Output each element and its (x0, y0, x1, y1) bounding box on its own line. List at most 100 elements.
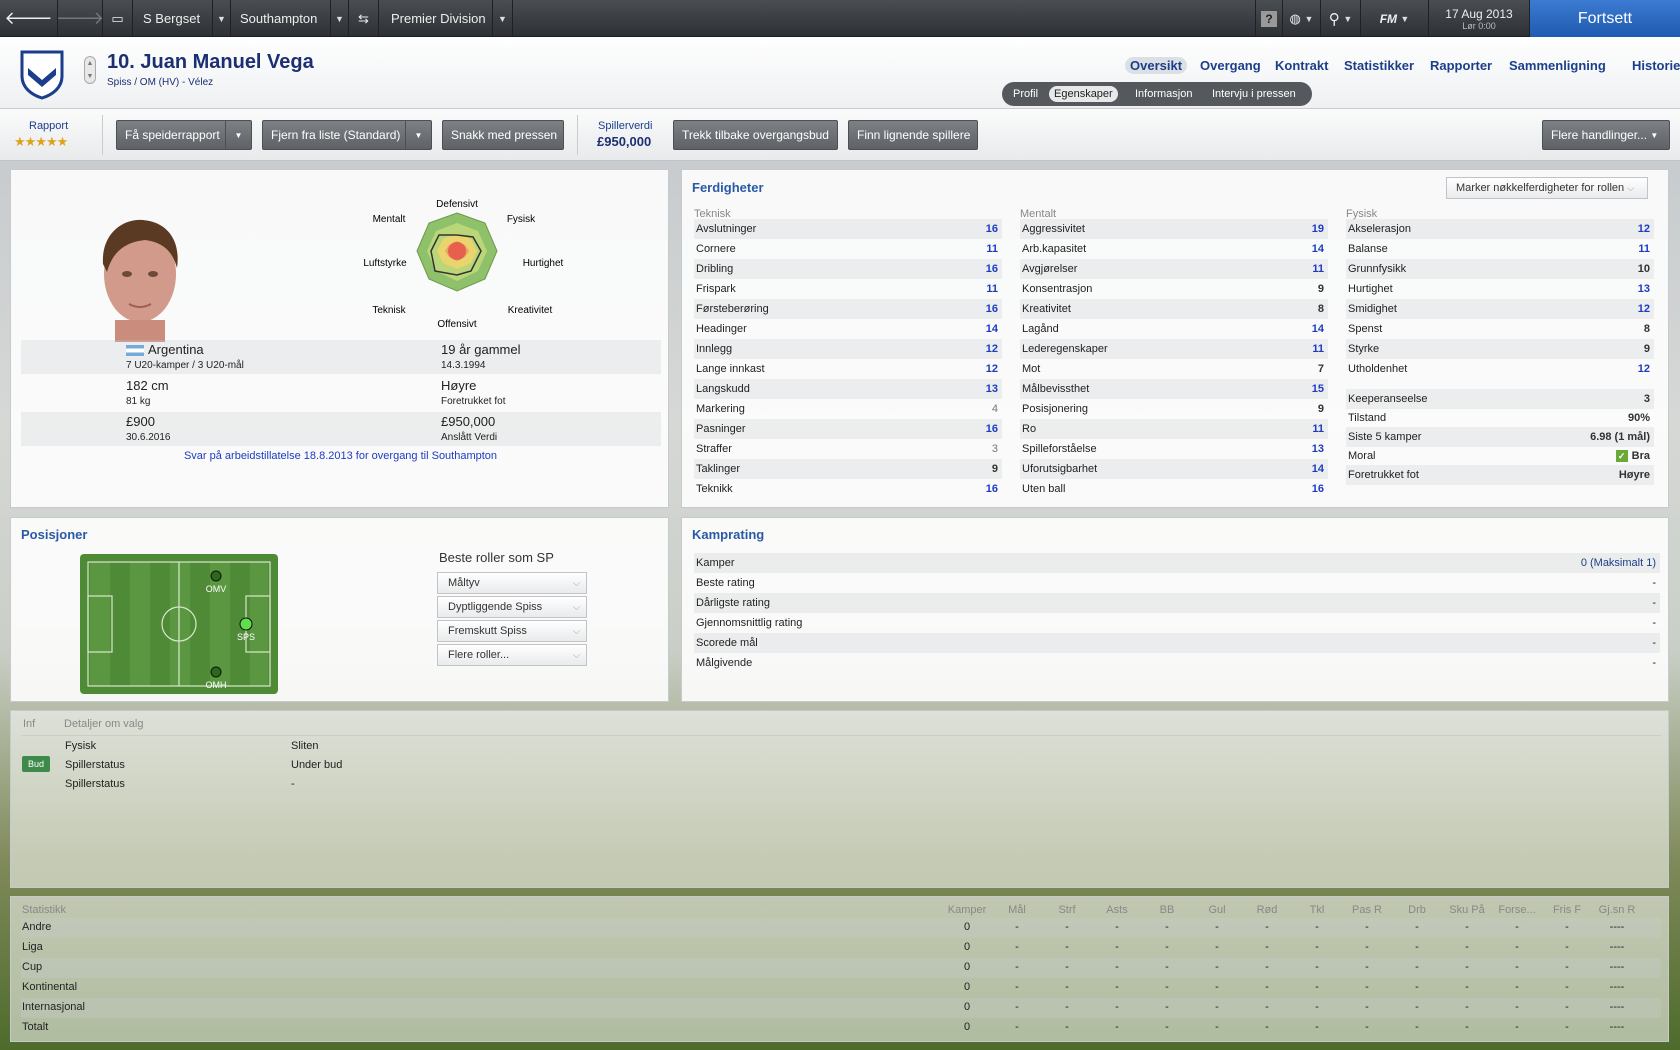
attribute-row[interactable]: Konsentrasjon 9 (1020, 279, 1328, 299)
attribute-row[interactable]: Uforutsigbarhet 14 (1020, 459, 1328, 479)
attribute-row[interactable]: Grunnfysikk 10 (1346, 259, 1654, 279)
tab-statistikker[interactable]: Statistikker (1344, 58, 1414, 73)
attribute-row[interactable]: Avslutninger 16 (694, 219, 1002, 239)
date-menu[interactable]: 17 Aug 2013 Lør 0:00 (1429, 0, 1530, 37)
attribute-row[interactable]: Innlegg 12 (694, 339, 1002, 359)
attribute-row[interactable]: Posisjonering 9 (1020, 399, 1328, 419)
tab-sammenligning[interactable]: Sammenligning (1509, 58, 1606, 73)
forward-button[interactable]: 🡒 (56, 0, 104, 37)
attribute-row[interactable]: Cornere 11 (694, 239, 1002, 259)
withdraw-bid-button[interactable]: Trekk tilbake overgangsbud (673, 120, 838, 150)
stats-column-header[interactable]: Kamper (945, 904, 989, 916)
attribute-row[interactable]: Lederegenskaper 11 (1020, 339, 1328, 359)
attribute-row[interactable]: Målbevissthet 15 (1020, 379, 1328, 399)
tab-historie[interactable]: Historie (1632, 58, 1680, 73)
help-button[interactable]: ? (1255, 0, 1283, 37)
attribute-row[interactable]: Pasninger 16 (694, 419, 1002, 439)
world-button[interactable]: ◍ ▼ (1283, 0, 1321, 37)
stats-column-header[interactable]: BB (1145, 904, 1189, 916)
attribute-name: Aggressivitet (1022, 223, 1085, 235)
attribute-name: Arb.kapasitet (1022, 243, 1087, 255)
club-menu[interactable]: Southampton (231, 0, 331, 37)
role-select-maltyv[interactable]: Måltyv ⌵ (437, 572, 587, 594)
club-dropdown[interactable]: ▼ (331, 0, 349, 37)
tab-oversikt[interactable]: Oversikt (1125, 57, 1188, 74)
player-scroll-arrows[interactable]: ▲ ▼ (84, 56, 96, 84)
attribute-row[interactable]: Mot 7 (1020, 359, 1328, 379)
attribute-row[interactable]: Aggressivitet 19 (1020, 219, 1328, 239)
tab-kontrakt[interactable]: Kontrakt (1275, 58, 1328, 73)
league-dropdown[interactable]: ▼ (493, 0, 513, 37)
stats-column-header[interactable]: Tkl (1295, 904, 1339, 916)
subtab-informasjon[interactable]: Informasjon (1135, 86, 1192, 102)
manager-dropdown[interactable]: ▼ (213, 0, 231, 37)
attribute-row[interactable]: Arb.kapasitet 14 (1020, 239, 1328, 259)
attribute-row[interactable]: Markering 4 (694, 399, 1002, 419)
stats-column-header[interactable]: Asts (1095, 904, 1139, 916)
attribute-row[interactable]: Headinger 14 (694, 319, 1002, 339)
attribute-row[interactable]: Spilleforståelse 13 (1020, 439, 1328, 459)
attribute-row[interactable]: Lagånd 14 (1020, 319, 1328, 339)
attribute-row[interactable]: Styrke 9 (1346, 339, 1654, 359)
search-button[interactable]: ⚲ ▼ (1321, 0, 1361, 37)
stats-column-header[interactable]: Sku På (1445, 904, 1489, 916)
attribute-row[interactable]: Uten ball 16 (1020, 479, 1328, 499)
tab-rapporter[interactable]: Rapporter (1430, 58, 1492, 73)
chevron-down-icon[interactable]: ▼ (85, 70, 95, 83)
stats-column-header[interactable]: Gul (1195, 904, 1239, 916)
stats-column-header[interactable]: Drb (1395, 904, 1439, 916)
stats-column-header[interactable]: Mål (995, 904, 1039, 916)
attribute-row[interactable]: Teknikk 16 (694, 479, 1002, 499)
stats-column-header[interactable]: Rød (1245, 904, 1289, 916)
attribute-row[interactable]: Avgjørelser 11 (1020, 259, 1328, 279)
manager-menu[interactable]: S Bergset (133, 0, 213, 37)
home-button[interactable]: ▭ (103, 0, 133, 37)
stats-column-header[interactable]: Pas R (1345, 904, 1389, 916)
tab-overgang[interactable]: Overgang (1200, 58, 1261, 73)
continue-button[interactable]: Fortsett (1530, 0, 1680, 37)
mark-key-attributes-button[interactable]: Marker nøkkelferdigheter for rollen ⌵ (1446, 177, 1648, 199)
attribute-row[interactable]: Dribling 16 (694, 259, 1002, 279)
attribute-row[interactable]: Lange innkast 12 (694, 359, 1002, 379)
attribute-row[interactable]: Frispark 11 (694, 279, 1002, 299)
stats-column-header[interactable]: Forse... (1495, 904, 1539, 916)
subtab-egenskaper[interactable]: Egenskaper (1049, 86, 1118, 102)
attribute-row[interactable]: Balanse 11 (1346, 239, 1654, 259)
stats-column-header[interactable]: Strf (1045, 904, 1089, 916)
league-menu[interactable]: Premier Division (379, 0, 493, 37)
subtab-profil[interactable]: Profil (1013, 86, 1038, 102)
chevron-down-icon[interactable]: ▼ (225, 121, 251, 149)
attribute-row[interactable]: Ro 11 (1020, 419, 1328, 439)
work-permit-link[interactable]: Svar på arbeidstillatelse 18.8.2013 for … (11, 450, 670, 462)
chevron-up-icon[interactable]: ▲ (85, 57, 95, 70)
subtab-intervju[interactable]: Intervju i pressen (1212, 86, 1296, 102)
fm-menu[interactable]: FM ▼ (1361, 0, 1429, 37)
attribute-row[interactable]: Smidighet 12 (1346, 299, 1654, 319)
attribute-row[interactable]: Hurtighet 13 (1346, 279, 1654, 299)
stats-column-header[interactable]: Gj.sn R (1595, 904, 1639, 916)
find-similar-button[interactable]: Finn lignende spillere (848, 120, 978, 150)
role-select-more[interactable]: Flere roller... ⌵ (437, 644, 587, 666)
attribute-row[interactable]: Langskudd 13 (694, 379, 1002, 399)
attribute-value: 12 (1637, 363, 1650, 375)
attribute-value: 14 (1311, 243, 1324, 255)
role-select-dyptliggende[interactable]: Dyptliggende Spiss ⌵ (437, 596, 587, 618)
attribute-row[interactable]: Spenst 8 (1346, 319, 1654, 339)
attribute-row[interactable]: Førsteberøring 16 (694, 299, 1002, 319)
attribute-row[interactable]: Taklinger 9 (694, 459, 1002, 479)
attribute-row[interactable]: Straffer 3 (694, 439, 1002, 459)
attribute-row[interactable]: Akselerasjon 12 (1346, 219, 1654, 239)
remove-from-list-button[interactable]: Fjern fra liste (Standard) ▼ (262, 120, 432, 150)
transfer-button[interactable]: ⇆ (349, 0, 379, 37)
stats-column-header[interactable]: Fris F (1545, 904, 1589, 916)
attribute-row[interactable]: Utholdenhet 12 (1346, 359, 1654, 379)
chevron-down-icon[interactable]: ▼ (405, 121, 431, 149)
attribute-row[interactable]: Kreativitet 8 (1020, 299, 1328, 319)
more-actions-button[interactable]: Flere handlinger... ▼ (1542, 120, 1670, 150)
scout-report-button[interactable]: Få speiderrapport ▼ (116, 120, 252, 150)
role-select-fremskutt[interactable]: Fremskutt Spiss ⌵ (437, 620, 587, 642)
globe-icon: ◍ (1289, 10, 1301, 26)
talk-to-press-button[interactable]: Snakk med pressen (442, 120, 564, 150)
stats-cell: - (1415, 921, 1419, 933)
back-button[interactable]: 🡐 (0, 0, 58, 37)
